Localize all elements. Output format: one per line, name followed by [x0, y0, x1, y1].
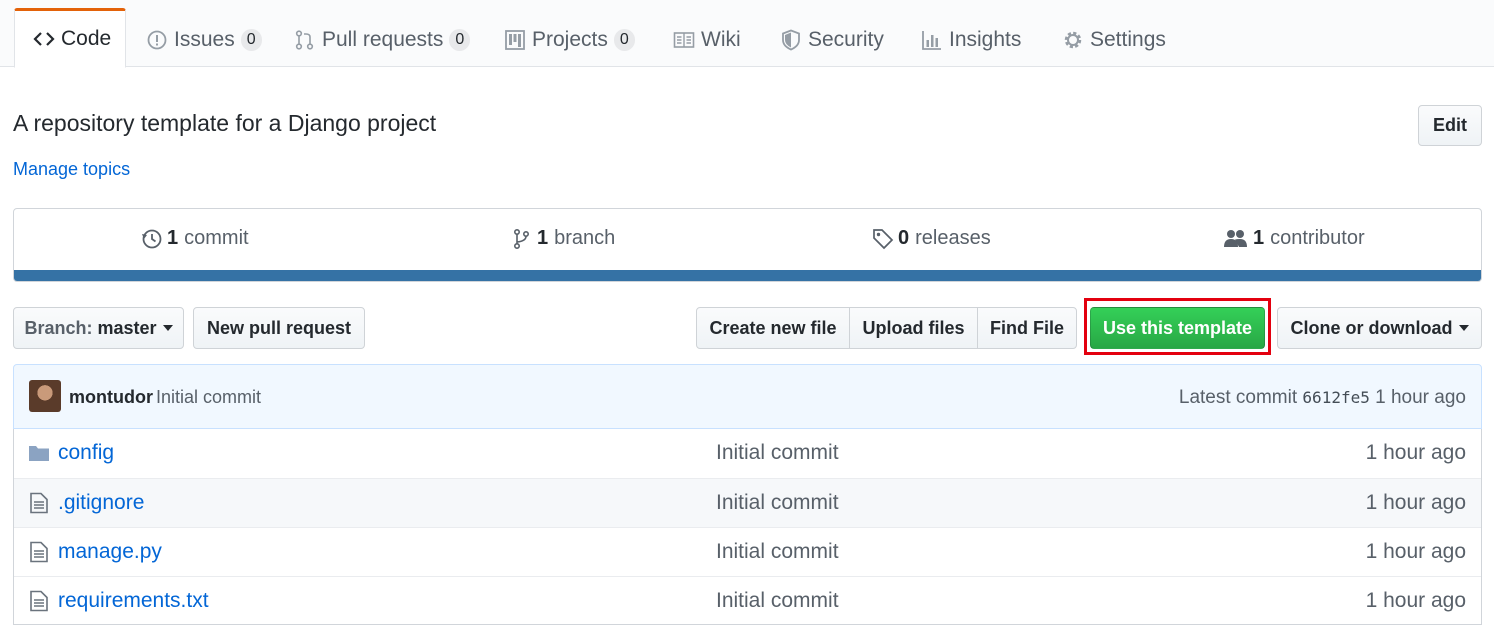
numbers-summary: 1 commit 1 branch 0 releases 1 contribut… — [13, 208, 1482, 282]
repo-nav: Code Issues 0 Pull requests 0 Projects 0… — [0, 0, 1494, 68]
file-icon — [28, 492, 50, 514]
tab-pull-requests[interactable]: Pull requests 0 — [276, 12, 488, 68]
commit-age: 1 hour ago — [1375, 387, 1466, 408]
commits-count: 1 — [167, 227, 179, 249]
file-age: 1 hour ago — [1365, 540, 1466, 563]
edit-button[interactable]: Edit — [1418, 105, 1482, 146]
file-icon — [28, 590, 50, 612]
file-name[interactable]: .gitignore — [58, 491, 144, 515]
tab-label: Code — [61, 27, 112, 50]
language-bar — [14, 270, 1481, 281]
history-icon — [141, 228, 163, 250]
tab-insights[interactable]: Insights — [903, 12, 1039, 68]
branch-name: master — [97, 317, 157, 338]
file-name[interactable]: requirements.txt — [58, 589, 209, 613]
releases-stat[interactable]: 0 releases — [872, 227, 991, 250]
table-row: .gitignore Initial commit 1 hour ago — [14, 478, 1481, 527]
highlight-box — [1084, 298, 1271, 355]
new-pull-request-button[interactable]: New pull request — [193, 307, 365, 349]
upload-files-button[interactable]: Upload files — [849, 307, 978, 349]
commit-message[interactable]: Initial commit — [156, 387, 261, 408]
clone-or-download-button[interactable]: Clone or download — [1277, 307, 1482, 349]
repo-description: A repository template for a Django proje… — [13, 110, 437, 136]
file-commit-message[interactable]: Initial commit — [716, 540, 839, 564]
caret-down-icon — [1458, 325, 1469, 331]
avatar[interactable] — [29, 380, 61, 412]
manage-topics-link[interactable]: Manage topics — [13, 159, 130, 180]
people-icon — [1223, 228, 1249, 250]
table-row: manage.py Initial commit 1 hour ago — [14, 527, 1481, 576]
tab-label: Security — [808, 28, 884, 51]
code-icon — [33, 28, 55, 50]
tab-wiki[interactable]: Wiki — [655, 12, 759, 68]
tab-label: Projects — [532, 28, 608, 51]
commits-label: commit — [184, 227, 249, 249]
file-commit-message[interactable]: Initial commit — [716, 441, 839, 465]
branch-select-button[interactable]: Branch: master — [13, 307, 184, 349]
file-name[interactable]: manage.py — [58, 540, 162, 564]
contributors-label: contributor — [1270, 227, 1365, 249]
releases-count: 0 — [898, 227, 910, 249]
tab-label: Issues — [174, 28, 235, 51]
branch-icon — [511, 228, 533, 250]
latest-commit-info: Latest commit 6612fe5 1 hour ago — [1179, 387, 1466, 409]
pull-requests-counter: 0 — [449, 29, 471, 51]
branches-stat[interactable]: 1 branch — [511, 227, 615, 250]
gear-icon — [1062, 29, 1084, 51]
file-icon — [28, 541, 50, 563]
tab-label: Pull requests — [322, 28, 444, 51]
issue-icon — [146, 29, 168, 51]
contributors-stat[interactable]: 1 contributor — [1223, 227, 1365, 250]
folder-icon — [28, 442, 50, 464]
tag-icon — [872, 228, 894, 250]
contributors-count: 1 — [1253, 227, 1265, 249]
commits-stat[interactable]: 1 commit — [141, 227, 249, 250]
latest-commit-label: Latest commit — [1178, 387, 1298, 408]
file-commit-message[interactable]: Initial commit — [716, 589, 839, 613]
projects-counter: 0 — [613, 29, 635, 51]
table-row: requirements.txt Initial commit 1 hour a… — [14, 576, 1481, 625]
book-icon — [673, 29, 695, 51]
file-age: 1 hour ago — [1365, 441, 1466, 464]
graph-icon — [921, 29, 943, 51]
file-list: config Initial commit 1 hour ago .gitign… — [13, 429, 1482, 625]
find-file-button[interactable]: Find File — [977, 307, 1077, 349]
create-new-file-button[interactable]: Create new file — [696, 307, 850, 349]
branches-count: 1 — [537, 227, 549, 249]
branches-label: branch — [554, 227, 616, 249]
shield-icon — [780, 29, 802, 51]
issues-counter: 0 — [240, 29, 262, 51]
table-row: config Initial commit 1 hour ago — [14, 429, 1481, 478]
branch-prefix: Branch: — [24, 317, 93, 338]
tab-issues[interactable]: Issues 0 — [128, 12, 280, 68]
clone-label: Clone or download — [1290, 317, 1453, 338]
commit-sha[interactable]: 6612fe5 — [1302, 388, 1369, 407]
file-age: 1 hour ago — [1365, 589, 1466, 612]
file-age: 1 hour ago — [1365, 491, 1466, 514]
file-name[interactable]: config — [58, 441, 114, 465]
tab-label: Settings — [1090, 28, 1166, 51]
tab-settings[interactable]: Settings — [1044, 12, 1184, 68]
latest-commit-bar: montudor Initial commit Latest commit 66… — [13, 364, 1482, 429]
tab-security[interactable]: Security — [762, 12, 902, 68]
caret-down-icon — [162, 325, 173, 331]
project-icon — [504, 29, 526, 51]
file-commit-message[interactable]: Initial commit — [716, 491, 839, 515]
commit-author[interactable]: montudor — [69, 387, 153, 408]
tab-label: Wiki — [701, 28, 741, 51]
releases-label: releases — [915, 227, 991, 249]
tab-label: Insights — [949, 28, 1022, 51]
tab-code[interactable]: Code — [14, 8, 126, 68]
pull-request-icon — [294, 29, 316, 51]
tab-projects[interactable]: Projects 0 — [486, 12, 653, 68]
